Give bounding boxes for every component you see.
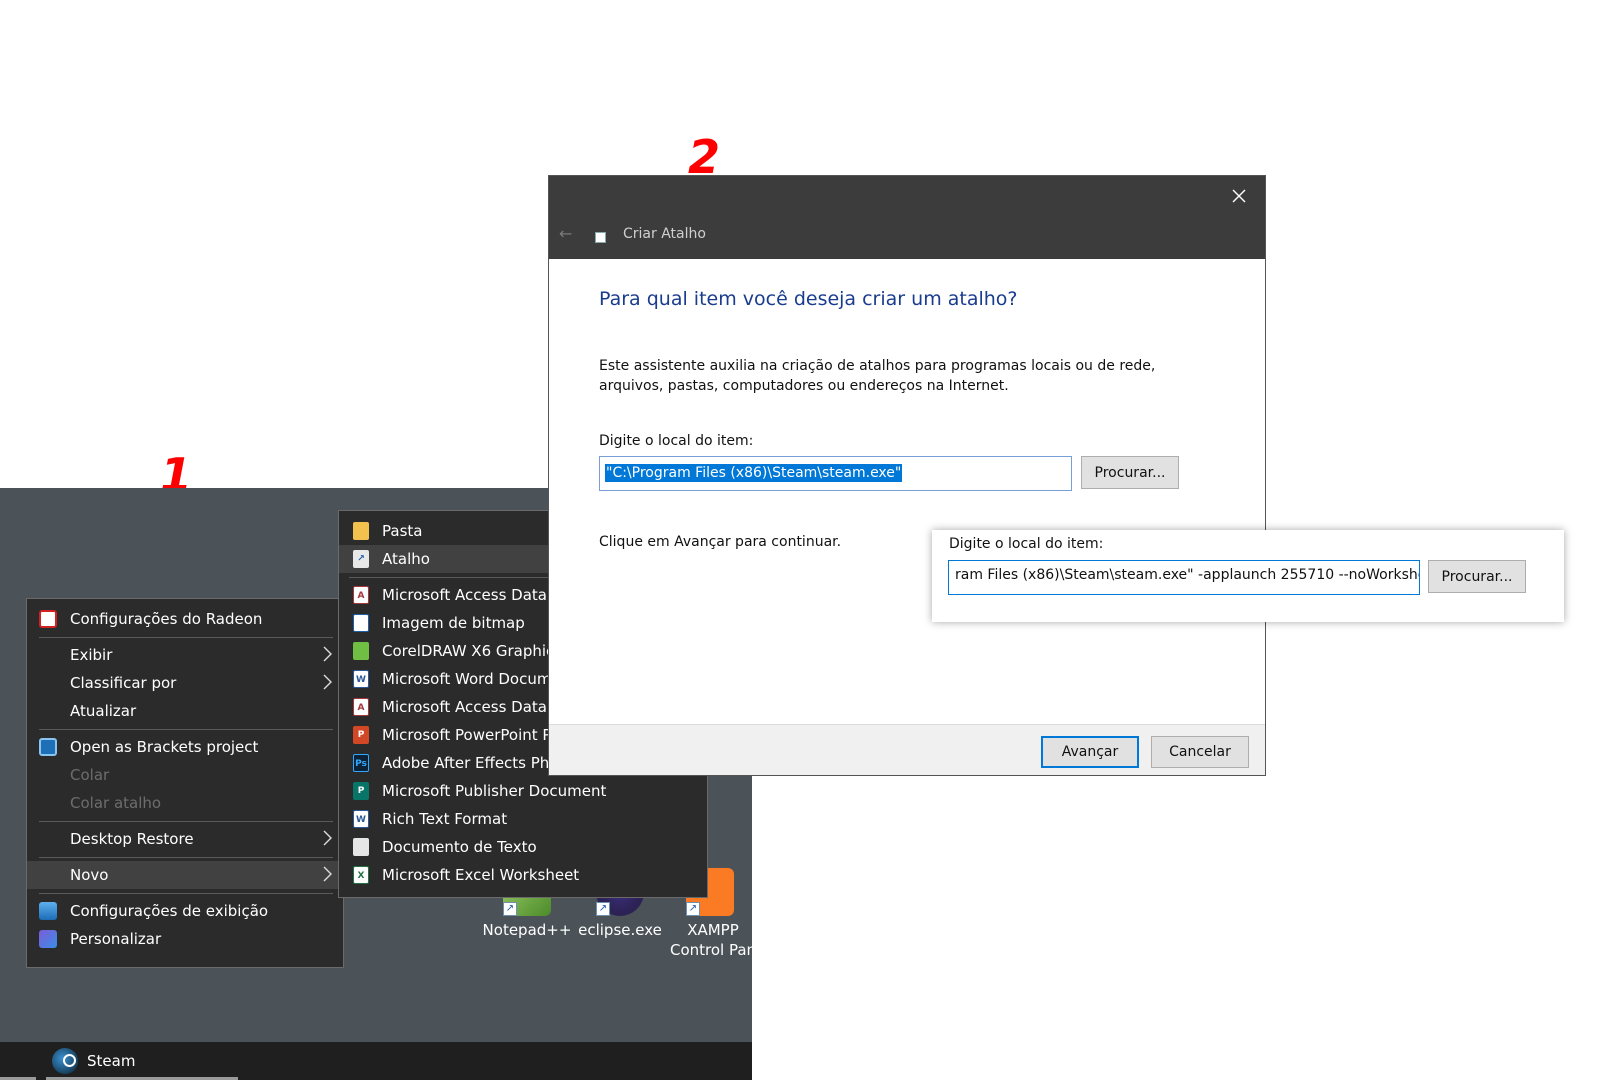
menu-item-label: Configurações de exibição [70, 902, 269, 920]
menu-item-classificar-por[interactable]: Classificar por [27, 669, 343, 697]
taskbar: Steam [0, 1042, 752, 1080]
rtf-icon: W [353, 810, 369, 828]
dialog-wizard-title: Criar Atalho [623, 226, 706, 242]
step-number-2: 2 [688, 130, 721, 184]
personalize-icon [39, 930, 57, 948]
next-button[interactable]: Avançar [1041, 736, 1139, 768]
menu-item-personalizar[interactable]: Personalizar [27, 925, 343, 953]
menu-item-label: Colar atalho [70, 794, 162, 812]
shortcut-wizard-icon [595, 232, 606, 243]
menu-separator [39, 893, 333, 894]
submenu-item-label: Atalho [382, 550, 430, 568]
menu-item-novo[interactable]: Novo [27, 861, 343, 889]
coreldraw-icon [353, 642, 369, 660]
menu-item-atualizar[interactable]: Atualizar [27, 697, 343, 725]
excel-icon: X [353, 866, 369, 884]
powerpoint-icon: P [353, 726, 369, 744]
menu-separator [39, 857, 333, 858]
desktop-icon-label: Notepad++ [482, 921, 572, 939]
dialog-title-bar: ← Criar Atalho [549, 176, 1265, 259]
dialog-hint: Clique em Avançar para continuar. [599, 534, 842, 550]
browse-button[interactable]: Procurar... [1081, 456, 1179, 489]
menu-item-colar-atalho: Colar atalho [27, 789, 343, 817]
submenu-item-label: Adobe After Effects Phot [382, 754, 565, 772]
publisher-icon: P [353, 782, 369, 800]
screenshot-root: { "steps": ["1", "2", "3"], "desktop": {… [0, 0, 1612, 1080]
submenu-item-label: Microsoft Access Databa [382, 586, 566, 604]
radeon-icon [39, 610, 57, 628]
access-icon: A [353, 698, 369, 716]
photoshop-icon: Ps [353, 754, 369, 772]
back-arrow-icon[interactable]: ← [559, 224, 572, 243]
location-input-value: "C:\Program Files (x86)\Steam\steam.exe" [605, 464, 903, 482]
menu-item-radeon-settings[interactable]: Configurações do Radeon [27, 605, 343, 633]
menu-separator [39, 821, 333, 822]
menu-item-label: Configurações do Radeon [70, 610, 263, 628]
dialog-heading: Para qual item você deseja criar um atal… [599, 288, 1018, 310]
chevron-right-icon [323, 674, 332, 690]
brackets-icon [39, 738, 57, 756]
submenu-item-text-document[interactable]: Documento de Texto [339, 833, 707, 861]
callout-browse-button[interactable]: Procurar... [1428, 560, 1526, 593]
submenu-item-label: Pasta [382, 522, 423, 540]
location-input[interactable]: "C:\Program Files (x86)\Steam\steam.exe" [599, 456, 1072, 491]
create-shortcut-dialog: ← Criar Atalho Para qual item você desej… [548, 175, 1266, 776]
menu-item-label: Open as Brackets project [70, 738, 259, 756]
menu-item-colar: Colar [27, 761, 343, 789]
submenu-item-label: Microsoft Publisher Document [382, 782, 607, 800]
taskbar-steam-label: Steam [87, 1052, 136, 1070]
menu-separator [39, 729, 333, 730]
menu-item-display-settings[interactable]: Configurações de exibição [27, 897, 343, 925]
menu-item-label: Desktop Restore [70, 830, 194, 848]
submenu-item-label: Microsoft Word Documen [382, 670, 571, 688]
location-label: Digite o local do item: [599, 433, 754, 449]
edited-location-callout: Digite o local do item: ram Files (x86)\… [932, 530, 1564, 622]
submenu-item-publisher[interactable]: P Microsoft Publisher Document [339, 777, 707, 805]
menu-separator [39, 637, 333, 638]
submenu-item-label: Imagem de bitmap [382, 614, 525, 632]
taskbar-steam-button[interactable]: Steam [52, 1042, 135, 1080]
shortcut-icon: ↗ [353, 550, 369, 568]
submenu-item-label: Rich Text Format [382, 810, 508, 828]
submenu-item-excel[interactable]: X Microsoft Excel Worksheet [339, 861, 707, 889]
access-icon: A [353, 586, 369, 604]
dialog-footer: Avançar Cancelar [549, 724, 1265, 775]
chevron-right-icon [323, 646, 332, 662]
bitmap-icon [353, 614, 369, 632]
dialog-description: Este assistente auxilia na criação de at… [599, 358, 1156, 394]
desktop-icon-label: eclipse.exe [578, 921, 662, 939]
menu-item-exibir[interactable]: Exibir [27, 641, 343, 669]
display-settings-icon [39, 902, 57, 920]
submenu-item-label: Microsoft Excel Worksheet [382, 866, 580, 884]
submenu-item-rtf[interactable]: W Rich Text Format [339, 805, 707, 833]
submenu-item-label: Microsoft PowerPoint Pre [382, 726, 567, 744]
steam-icon [52, 1048, 78, 1074]
menu-item-label: Exibir [70, 646, 113, 664]
submenu-item-label: CorelDRAW X6 Graphic [382, 642, 555, 660]
submenu-item-label: Microsoft Access Databa [382, 698, 566, 716]
folder-icon [353, 522, 369, 540]
menu-item-label: Novo [70, 866, 109, 884]
chevron-right-icon [323, 866, 332, 882]
chevron-right-icon [323, 830, 332, 846]
menu-item-label: Classificar por [70, 674, 177, 692]
callout-location-label: Digite o local do item: [949, 536, 1104, 552]
callout-location-input[interactable]: ram Files (x86)\Steam\steam.exe" -applau… [948, 560, 1420, 595]
menu-item-desktop-restore[interactable]: Desktop Restore [27, 825, 343, 853]
close-icon[interactable] [1227, 184, 1251, 208]
menu-item-label: Atualizar [70, 702, 137, 720]
menu-item-label: Personalizar [70, 930, 162, 948]
menu-item-label: Colar [70, 766, 110, 784]
word-icon: W [353, 670, 369, 688]
submenu-item-label: Documento de Texto [382, 838, 537, 856]
desktop-context-menu: Configurações do Radeon Exibir Classific… [26, 598, 344, 968]
desktop-icon-label: XAMPP Control Pan [669, 921, 752, 959]
text-document-icon [353, 838, 369, 856]
cancel-button[interactable]: Cancelar [1151, 736, 1249, 768]
menu-item-open-brackets[interactable]: Open as Brackets project [27, 733, 343, 761]
